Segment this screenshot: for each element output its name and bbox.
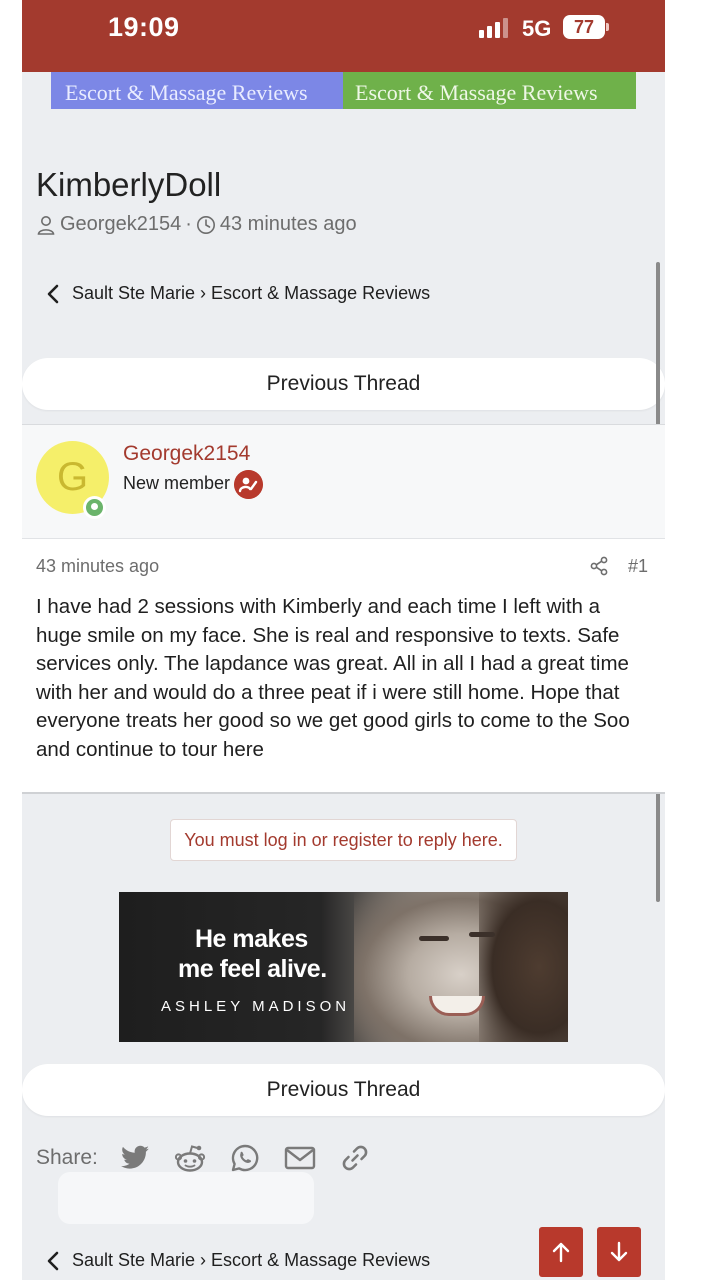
post-username[interactable]: Georgek2154 [123,442,250,466]
thread-title: KimberlyDoll [36,166,222,203]
post-body: I have had 2 sessions with Kimberly and … [36,595,630,761]
thread-time: 43 minutes ago [219,213,357,235]
chevron-left-icon [47,284,59,303]
banner-left[interactable]: Escort & Massage Reviews [51,72,343,109]
member-badge-icon [234,470,263,499]
scroll-up-button[interactable] [539,1227,583,1277]
status-bar: 19:09 5G 77 [22,0,665,72]
site-banner[interactable]: Escort & Massage Reviews Escort & Massag… [51,72,636,109]
post: G Georgek2154 New member 43 minutes ago … [22,424,665,794]
thread-meta: Georgek2154 · 43 minutes ago [36,213,357,236]
ad-brand: ASHLEY MADISON [161,998,351,1015]
twitter-icon[interactable] [112,1140,158,1176]
post-header: G Georgek2154 New member [22,425,665,539]
reddit-icon[interactable] [167,1140,213,1176]
thread-author[interactable]: Georgek2154 [60,213,181,236]
breadcrumb-bottom[interactable]: Sault Ste Marie › Escort & Massage Revie… [46,1250,430,1271]
ad-banner[interactable]: He makes me feel alive. ASHLEY MADISON [119,892,568,1042]
member-title: New member [123,473,231,493]
meta-separator: · [185,213,192,235]
share-row: Share: [36,1140,387,1176]
post-time: 43 minutes ago [36,556,160,576]
ad-eye [469,932,495,937]
clock-icon [196,215,215,234]
ad-headline-line2: me feel alive. [178,955,327,983]
network-label: 5G [522,16,552,41]
breadcrumb-text[interactable]: Sault Ste Marie › Escort & Massage Revie… [72,283,430,304]
share-label: Share: [36,1146,98,1169]
share-icon[interactable] [590,556,608,576]
signal-icon [479,18,508,38]
ad-hair [479,892,568,1042]
battery-icon: 77 [563,15,605,39]
email-icon[interactable] [277,1140,323,1176]
watermark-logo [58,1172,314,1224]
login-register-notice[interactable]: You must log in or register to reply her… [170,819,517,861]
online-status-icon [83,496,106,519]
chevron-left-icon [47,1251,59,1270]
arrow-up-icon [552,1242,570,1263]
previous-thread-button[interactable]: Previous Thread [22,358,665,410]
link-icon[interactable] [332,1140,378,1176]
ad-headline-line1: He makes [195,925,308,953]
phone-screen: 19:09 5G 77 Escort & Massage Reviews Esc… [22,0,665,1280]
scroll-down-button[interactable] [597,1227,641,1277]
arrow-down-icon [610,1241,628,1262]
breadcrumb[interactable]: Sault Ste Marie › Escort & Massage Revie… [46,283,430,304]
status-time: 19:09 [108,12,180,42]
user-icon [37,215,55,235]
battery-cap [606,23,609,31]
post-number-link[interactable]: #1 [628,556,648,577]
banner-right[interactable]: Escort & Massage Reviews [343,72,636,109]
breadcrumb-text[interactable]: Sault Ste Marie › Escort & Massage Revie… [72,1250,430,1271]
previous-thread-button-bottom[interactable]: Previous Thread [22,1064,665,1116]
whatsapp-icon[interactable] [222,1140,268,1176]
ad-eye [419,936,449,941]
